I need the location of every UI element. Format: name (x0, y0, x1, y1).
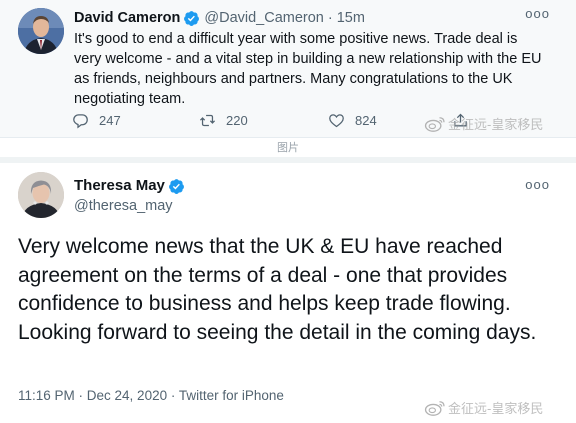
watermark-top: 金征远-皇家移民 (424, 114, 543, 133)
like-icon (329, 113, 344, 127)
more-icon[interactable]: ooo (525, 6, 550, 21)
like-button[interactable]: 824 (328, 110, 377, 130)
retweet-count: 220 (226, 112, 248, 128)
tweet-text: It's good to end a difficult year with s… (74, 31, 542, 107)
watermark-bottom: 金征远-皇家移民 (424, 398, 543, 417)
reply-count: 247 (99, 112, 121, 128)
like-count: 824 (355, 112, 377, 128)
tweet-david-cameron[interactable]: David Cameron @David_Cameron · 15m ooo I… (0, 0, 576, 138)
tweet-text: Very welcome news that the UK & EU have … (18, 235, 537, 344)
reply-icon (73, 113, 88, 129)
header-separator: · (327, 10, 333, 26)
author-handle[interactable]: @David_Cameron (204, 8, 324, 28)
retweet-button[interactable]: 220 (199, 110, 248, 130)
image-caption: 图片 (277, 142, 299, 154)
tweet1-header: David Cameron @David_Cameron · 15m (74, 8, 365, 28)
verified-badge-icon (183, 10, 200, 27)
author-handle[interactable]: @theresa_may (74, 196, 173, 216)
tweet-meta[interactable]: 11:16 PM · Dec 24, 2020 · Twitter for iP… (18, 387, 284, 405)
avatar-david-cameron[interactable] (18, 8, 64, 54)
author-name[interactable]: David Cameron (74, 8, 180, 28)
more-icon[interactable]: ooo (525, 177, 550, 192)
author-name[interactable]: Theresa May (74, 176, 165, 196)
verified-badge-icon (168, 178, 185, 195)
weibo-icon (424, 116, 445, 132)
watermark-text: 金征远-皇家移民 (448, 401, 544, 416)
weibo-icon (424, 400, 445, 416)
tweet-timestamp[interactable]: 15m (337, 8, 365, 28)
tweet-theresa-may: Theresa May @theresa_may ooo Very welcom… (0, 163, 576, 423)
avatar-theresa-may[interactable] (18, 172, 64, 218)
author-name-row: Theresa May (74, 176, 189, 196)
reply-button[interactable]: 247 (72, 110, 121, 130)
tweet-actions: 247 220 824 (72, 110, 467, 130)
watermark-text: 金征远-皇家移民 (448, 117, 544, 132)
retweet-icon (199, 114, 216, 126)
